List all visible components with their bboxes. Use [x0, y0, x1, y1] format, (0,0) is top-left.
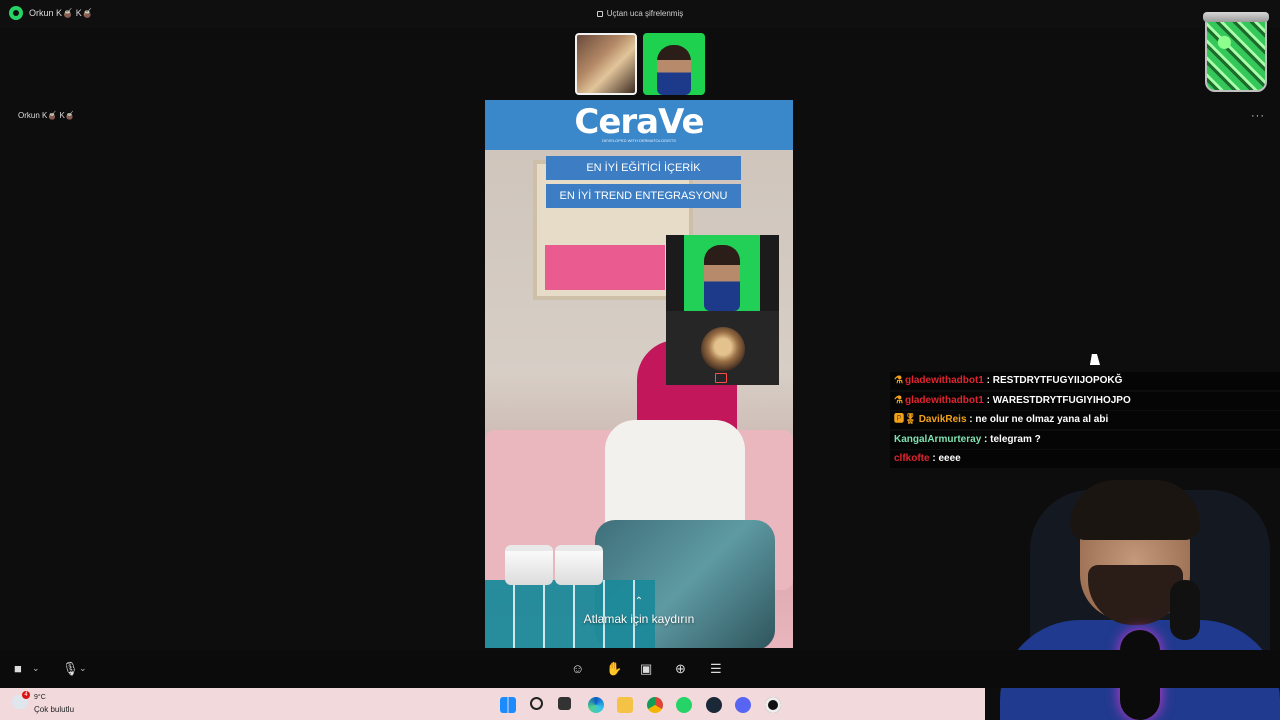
recycle-bin-widget-icon[interactable]: [1201, 8, 1273, 94]
recycle-bin-lid: [1203, 12, 1269, 22]
self-video: [684, 235, 760, 311]
video-label-trend: EN İYİ TREND ENTEGRASYONU: [546, 184, 741, 208]
participant-thumbnail-shared-screen[interactable]: [575, 33, 637, 95]
call-controls-bar: ■ ⌄ 🎙 ⌄ ☺ ✋ ▣ ⊕ ☰: [0, 650, 1280, 688]
chat-badge-icon: 🅿🎖: [894, 414, 917, 425]
encryption-status: Uçtan uca şifrelenmiş: [0, 9, 1280, 18]
participant-video: [657, 45, 691, 95]
video-scene: [485, 150, 793, 648]
weather-description[interactable]: Çok bulutlu: [34, 705, 74, 714]
chevron-down-icon[interactable]: ⌄: [79, 663, 87, 674]
task-view-icon[interactable]: [558, 697, 571, 710]
brand-banner: CeraVe DEVELOPED WITH DERMATOLOGISTS: [485, 100, 793, 150]
chat-message: ⚗ gladewithadbot1 : RESTDRYTFUGYIIJOPOKĞ: [890, 372, 1280, 390]
weather-temperature[interactable]: 9°C: [34, 694, 46, 701]
chat-message: clfkofte : eeee: [890, 450, 1280, 468]
chat-username: gladewithadbot1: [904, 394, 984, 406]
file-explorer-icon[interactable]: [617, 697, 633, 713]
chat-text: : telegram ?: [981, 433, 1041, 445]
chevron-up-icon: ⌃: [634, 596, 644, 607]
whatsapp-icon[interactable]: [676, 697, 692, 713]
screen-cast-icon: [715, 373, 727, 383]
stream-chat-overlay: ⚗ gladewithadbot1 : RESTDRYTFUGYIIJOPOKĞ ⚗…: [890, 372, 1280, 468]
webcam-headphones: [1170, 580, 1200, 640]
chat-username: KangalArmurteray: [894, 433, 982, 445]
scene-person-body: [605, 420, 745, 530]
video-label-educational: EN İYİ EĞİTİCİ İÇERİK: [546, 156, 741, 180]
avatar: [701, 327, 745, 371]
presenter-name: Orkun K🧉 K🧉: [18, 111, 75, 120]
raise-hand-icon[interactable]: ✋: [606, 661, 622, 677]
chat-text: : ne olur ne olmaz yana al abi: [966, 414, 1109, 425]
screen-share-icon[interactable]: ▣: [640, 661, 652, 677]
participant-thumbnail-orkun[interactable]: [643, 33, 705, 95]
lock-icon: [596, 11, 603, 17]
chat-text: : RESTDRYTFUGYIIJOPOKĞ: [983, 375, 1123, 386]
edge-icon[interactable]: [588, 697, 604, 713]
camera-icon[interactable]: ■: [14, 661, 22, 676]
taskbar: 4 9°C Çok bulutlu: [0, 688, 985, 720]
self-video-tile[interactable]: [666, 235, 779, 311]
chat-text: : eeee: [929, 453, 961, 464]
chat-badge-icon: ⚗: [894, 375, 903, 386]
start-icon[interactable]: [500, 697, 516, 713]
product-jar: [505, 545, 553, 585]
chat-username: gladewithadbot1: [904, 375, 984, 386]
self-video-person: [704, 245, 740, 311]
chevron-down-icon[interactable]: ⌄: [32, 663, 40, 674]
brand-logo: CeraVe: [574, 102, 704, 142]
webcam-hair: [1070, 480, 1200, 540]
microphone-icon[interactable]: 🎙: [62, 661, 79, 677]
chat-message: 🅿🎖 DavikReis : ne olur ne olmaz yana al a…: [890, 411, 1280, 429]
steam-icon[interactable]: [706, 697, 722, 713]
chat-text: : WARESTDRYTFUGIYIHOJPO: [983, 394, 1131, 406]
discord-icon[interactable]: [735, 697, 751, 713]
chat-username: DavikReis: [918, 414, 967, 425]
chat-message: ⚗ gladewithadbot1 : WARESTDRYTFUGIYIHOJPO: [890, 391, 1280, 410]
chat-badge-icon: ⚗: [894, 394, 903, 406]
weather-badge: 4: [22, 691, 30, 699]
encryption-label: Uçtan uca şifrelenmiş: [606, 9, 684, 18]
participant-avatar-tile[interactable]: [666, 311, 779, 385]
obs-icon[interactable]: [765, 697, 781, 713]
chrome-icon[interactable]: [647, 697, 663, 713]
mouse-cursor-icon: [1090, 354, 1102, 365]
recycle-bin-body: [1205, 20, 1267, 92]
product-jar: [555, 545, 603, 585]
title-bar: Orkun K🧉 K🧉 Uçtan uca şifrelenmiş: [0, 0, 1280, 28]
swipe-hint: Atlamak için kaydırın: [583, 612, 695, 626]
more-options-icon[interactable]: ☰: [710, 661, 722, 677]
brand-tagline: DEVELOPED WITH DERMATOLOGISTS: [602, 138, 676, 143]
scene-poster-accent: [545, 245, 665, 290]
chat-message: KangalArmurteray : telegram ?: [890, 430, 1280, 449]
chat-username: clfkofte: [894, 453, 930, 464]
more-options-icon[interactable]: ···: [1251, 110, 1265, 122]
search-icon[interactable]: [530, 697, 543, 710]
add-person-icon[interactable]: ⊕: [675, 661, 686, 677]
emoji-icon[interactable]: ☺: [571, 661, 584, 676]
